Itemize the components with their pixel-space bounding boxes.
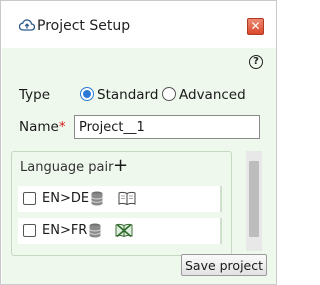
database-icon bbox=[89, 223, 101, 238]
language-pair-header: Language pair bbox=[20, 160, 114, 175]
name-label-text: Name bbox=[19, 119, 59, 135]
help-icon[interactable]: ? bbox=[249, 55, 263, 69]
radio-standard[interactable] bbox=[80, 87, 94, 101]
language-pair-row: EN>FR bbox=[18, 218, 222, 244]
language-pair-panel: Language pair + EN>DE EN>FR bbox=[11, 151, 232, 256]
language-pair-row: EN>DE bbox=[18, 186, 222, 212]
language-pair-scrollbar[interactable] bbox=[246, 151, 262, 251]
database-icon bbox=[91, 191, 103, 206]
add-language-pair-button[interactable]: + bbox=[113, 157, 128, 175]
book-crossed-icon[interactable] bbox=[115, 223, 133, 238]
cloud-upload-icon bbox=[19, 19, 35, 31]
window-title: Project Setup bbox=[37, 18, 131, 34]
dialog-body: ? Type Standard Advanced Name* Language … bbox=[2, 48, 276, 284]
save-project-button[interactable]: Save project bbox=[181, 254, 267, 276]
language-pair-label: EN>DE bbox=[42, 191, 90, 206]
language-pair-checkbox[interactable] bbox=[23, 224, 36, 237]
name-label: Name* bbox=[19, 119, 66, 135]
radio-advanced[interactable] bbox=[162, 87, 176, 101]
required-marker: * bbox=[58, 119, 66, 135]
radio-standard-label[interactable]: Standard bbox=[97, 87, 158, 103]
type-label: Type bbox=[19, 87, 51, 103]
project-setup-dialog: Project Setup ✕ ? Type Standard Advanced… bbox=[0, 0, 277, 285]
language-pair-checkbox[interactable] bbox=[23, 192, 36, 205]
project-name-input[interactable] bbox=[74, 115, 260, 139]
title-bar: Project Setup ✕ bbox=[2, 2, 275, 48]
language-pair-label: EN>FR bbox=[42, 223, 88, 238]
scrollbar-thumb[interactable] bbox=[249, 161, 259, 237]
radio-advanced-label[interactable]: Advanced bbox=[179, 87, 246, 103]
close-button[interactable]: ✕ bbox=[247, 18, 264, 35]
book-icon[interactable] bbox=[118, 191, 136, 206]
